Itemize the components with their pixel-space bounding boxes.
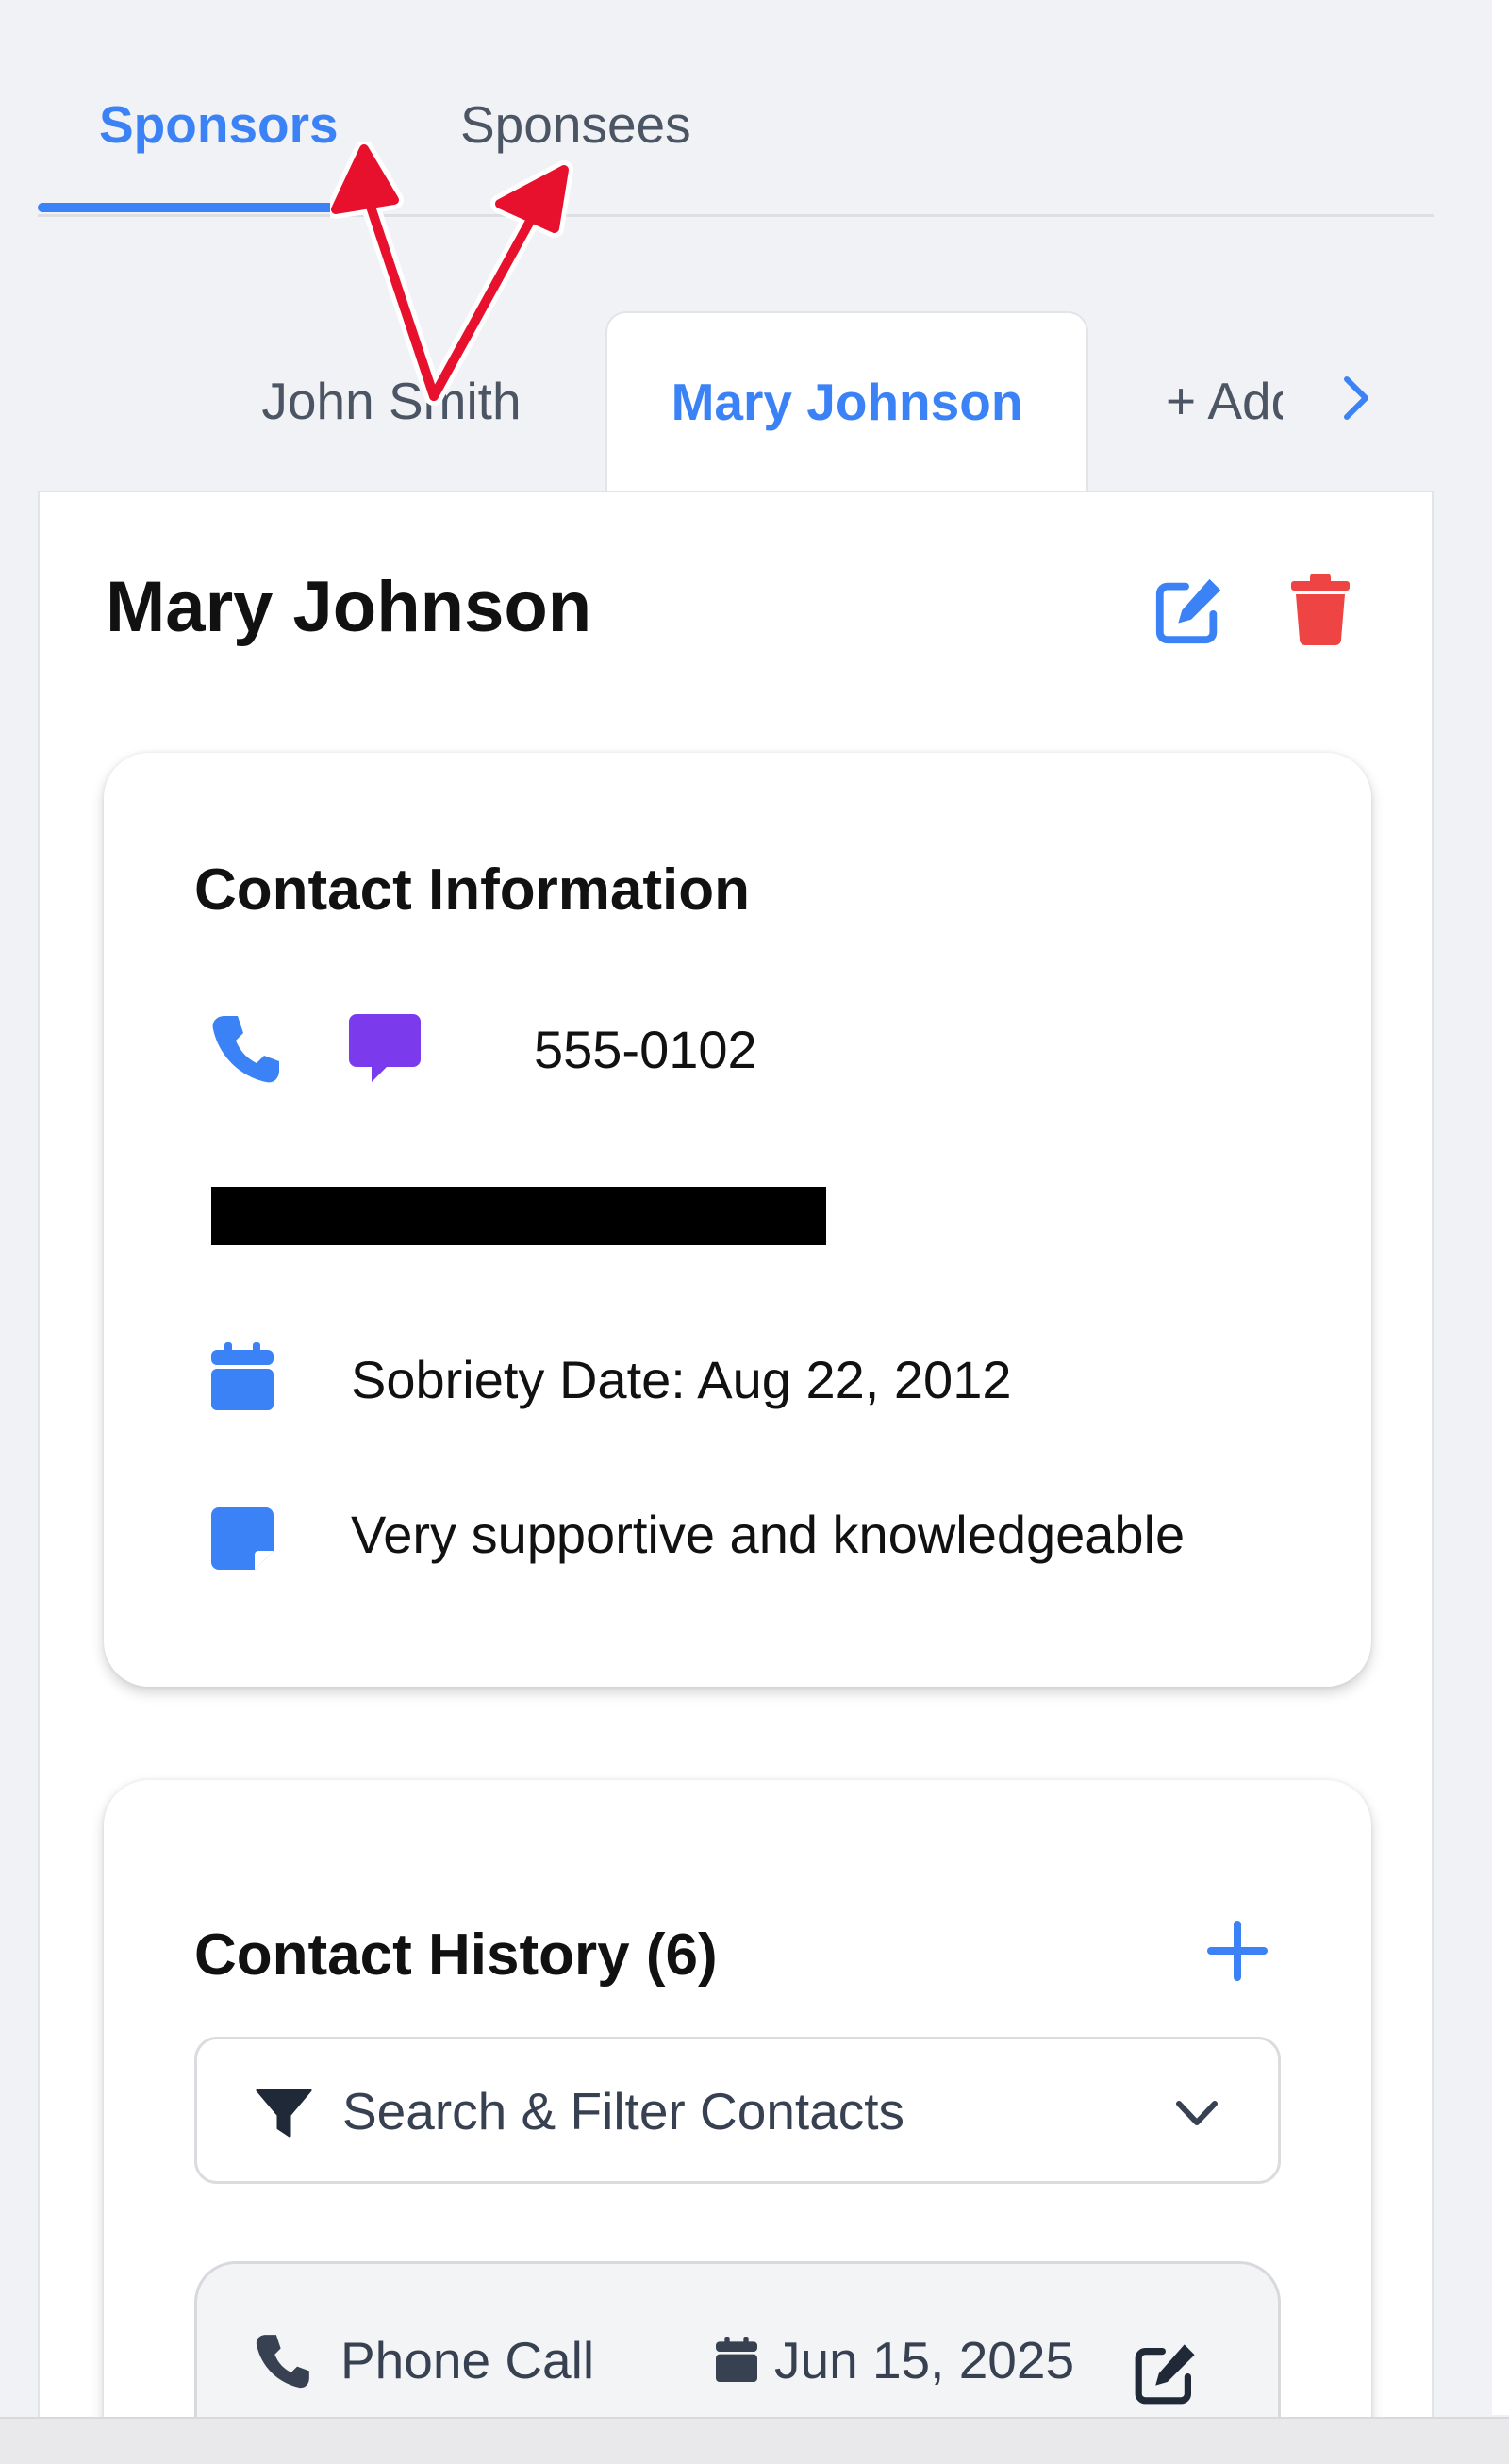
notes-text: Very supportive and knowledgeable — [351, 1505, 1186, 1564]
chevron-right-icon[interactable] — [1337, 370, 1375, 426]
redacted-email — [211, 1187, 826, 1245]
message-icon[interactable] — [349, 1012, 421, 1084]
scrollbar-track[interactable] — [1492, 0, 1509, 2415]
phone-number: 555-0102 — [534, 1020, 757, 1079]
phone-icon — [256, 2335, 309, 2389]
filter-label: Search & Filter Contacts — [342, 2082, 905, 2140]
filter-icon — [256, 2089, 312, 2138]
contact-history-card: Contact History (6) Search & Filter Cont… — [104, 1780, 1371, 2464]
contact-information-card: Contact Information 555-0102 Sobriety Da… — [104, 753, 1371, 1687]
sponsor-detail-panel: Mary Johnson Contact Information 555-010… — [38, 491, 1434, 2464]
add-person-tab[interactable]: + Add — [1166, 311, 1283, 491]
active-tab-indicator — [38, 203, 349, 212]
calendar-icon — [211, 1342, 274, 1410]
chevron-down-icon — [1176, 2101, 1218, 2125]
phone-icon[interactable] — [209, 1012, 283, 1086]
person-tab-mary-johnson[interactable]: Mary Johnson — [605, 311, 1088, 491]
note-icon — [211, 1507, 274, 1570]
calendar-icon — [716, 2337, 757, 2382]
annotation-arrows — [330, 142, 573, 406]
tab-sponsors[interactable]: Sponsors — [99, 94, 339, 155]
bottom-bar — [0, 2417, 1509, 2464]
plus-icon[interactable] — [1203, 1917, 1271, 1985]
contact-history-title: Contact History (6) — [194, 1923, 718, 1988]
search-filter-toggle[interactable]: Search & Filter Contacts — [194, 2037, 1281, 2184]
contact-type: Phone Call — [340, 2331, 595, 2389]
edit-icon[interactable] — [1131, 2339, 1201, 2407]
sobriety-date: Sobriety Date: Aug 22, 2012 — [351, 1350, 1012, 1409]
top-tab-bar: Sponsors Sponsees — [38, 66, 1434, 217]
edit-icon[interactable] — [1152, 574, 1226, 647]
page-title: Mary Johnson — [106, 567, 592, 647]
trash-icon[interactable] — [1291, 574, 1350, 645]
contact-date: Jun 15, 2025 — [774, 2331, 1075, 2389]
contact-information-title: Contact Information — [194, 857, 750, 923]
